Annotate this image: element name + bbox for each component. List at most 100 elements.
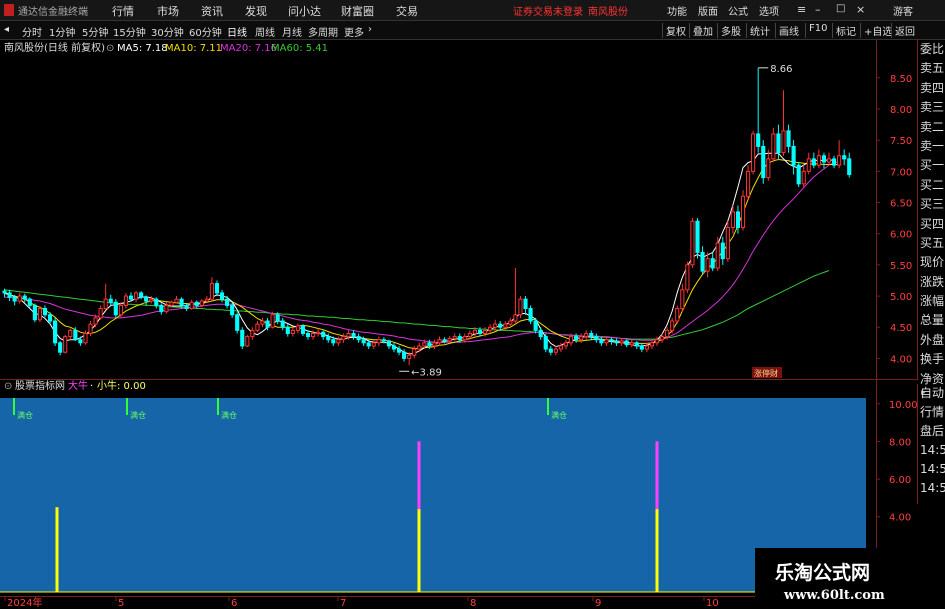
candle-body [164, 304, 169, 313]
candle-body [649, 342, 655, 347]
sidebar-item[interactable]: 买二 [918, 176, 945, 195]
candle-body [2, 290, 7, 294]
candle-body [548, 348, 553, 353]
indicator-toggle-icon[interactable]: ⊙ [106, 43, 114, 54]
limit-up-badge-text: 涨停财 [754, 368, 778, 378]
candle-body [644, 345, 649, 350]
sidebar2-item: 14:5 [920, 443, 945, 457]
candle-body [295, 325, 300, 331]
price-tick-label: 4.00 [890, 354, 912, 365]
candle-body [199, 300, 204, 306]
candle-body [776, 133, 781, 154]
candle-body [159, 304, 164, 313]
sidebar-item[interactable]: 现价 [918, 253, 945, 272]
candle-body [417, 345, 422, 350]
candle-body [169, 301, 174, 306]
candle-body [584, 332, 589, 338]
ma60-line [4, 270, 830, 340]
candle-body [214, 283, 220, 294]
sidebar2-item[interactable]: 行情 [918, 403, 945, 422]
candle-body [639, 345, 644, 350]
candle-body [381, 339, 386, 342]
sidebar-item[interactable]: 买四 [918, 215, 945, 234]
candle-body [98, 308, 103, 319]
candle-body [235, 314, 240, 331]
candle-body [523, 298, 528, 310]
candle-body [796, 164, 801, 185]
candle-body [806, 158, 811, 172]
candle-body [42, 308, 48, 316]
buy-signal-label: 满仓 [17, 410, 33, 420]
date-label: 7 [340, 598, 346, 609]
candle-body [22, 295, 27, 300]
indicator-tick-label: 8.00 [889, 437, 911, 448]
sidebar-item[interactable]: 卖五 [918, 59, 945, 78]
candle-body [786, 130, 791, 147]
price-tick-label: 7.00 [890, 167, 912, 178]
candle-body [579, 336, 584, 341]
sidebar-item[interactable]: 卖三 [918, 98, 945, 117]
candle-body [735, 211, 741, 228]
sidebar-item[interactable]: 委比 [918, 40, 945, 59]
candle-body [538, 329, 543, 338]
candle-body [730, 211, 735, 228]
sidebar-item[interactable]: 总量 [918, 311, 945, 330]
candle-body [356, 336, 361, 341]
indicator-settings-icon[interactable]: ⊙ [4, 381, 12, 392]
candle-body [700, 251, 705, 272]
sidebar-item[interactable]: 涨跌 [918, 273, 945, 292]
candle-body [113, 301, 118, 316]
sidebar-item[interactable]: 涨幅 [918, 292, 945, 311]
sidebar-item[interactable]: 卖四 [918, 79, 945, 98]
sidebar-item[interactable]: 卖一 [918, 137, 945, 156]
candle-body [528, 308, 533, 322]
candle-body [83, 332, 88, 344]
candle-body [462, 336, 467, 341]
candle-body [614, 340, 619, 344]
candle-body [467, 332, 472, 338]
candle-body [680, 289, 685, 310]
sidebar-item[interactable]: 买三 [918, 195, 945, 214]
candle-body [133, 292, 139, 300]
indicator-title: 股票指标网 [15, 379, 65, 392]
candle-body [533, 320, 538, 331]
kline-chart[interactable]: 8.66 ←3.89 满仓 满仓 满仓 满仓 8.50 8.00 7.50 7.00 6.50 6… [0, 0, 945, 609]
candle-body [53, 320, 58, 344]
sidebar-item[interactable]: 买五 [918, 234, 945, 253]
candle-body [275, 314, 280, 322]
candle-body [316, 331, 321, 334]
candle-body [543, 336, 548, 350]
candle-body [118, 304, 123, 316]
candle-body [442, 339, 447, 342]
candle-body [189, 301, 194, 310]
price-tick-label: 4.50 [890, 323, 912, 334]
candle-body [68, 329, 73, 338]
candle-body [568, 336, 574, 344]
candle-body [326, 336, 331, 341]
candle-body [457, 336, 462, 341]
candle-body [376, 339, 381, 344]
sidebar-item[interactable]: 买一 [918, 156, 945, 175]
sidebar-item[interactable]: 卖二 [918, 118, 945, 137]
candle-body [629, 342, 634, 346]
candle-body [300, 325, 306, 334]
candle-body [290, 329, 295, 334]
candle-body [386, 340, 392, 347]
indicator-label-big: 大牛 [68, 379, 88, 392]
candle-body [756, 133, 761, 147]
candle-body [660, 336, 665, 341]
candle-body [513, 314, 518, 322]
price-tick-label: 6.50 [890, 199, 912, 210]
candle-body [270, 314, 275, 328]
sidebar-item[interactable]: 换手 [918, 350, 945, 369]
sidebar2-item[interactable]: 自动 [918, 384, 945, 403]
candle-body [761, 145, 766, 179]
candle-body [482, 329, 488, 334]
watermark: 乐淘公式网 www.60lt.com [755, 548, 945, 609]
sidebar-item[interactable]: 外盘 [918, 331, 945, 350]
candle-body [503, 323, 508, 328]
candle-body [447, 337, 452, 342]
candle-body [331, 339, 336, 344]
sidebar2-item[interactable]: 盘后 [918, 422, 945, 441]
price-tick-label: 8.50 [890, 74, 912, 85]
